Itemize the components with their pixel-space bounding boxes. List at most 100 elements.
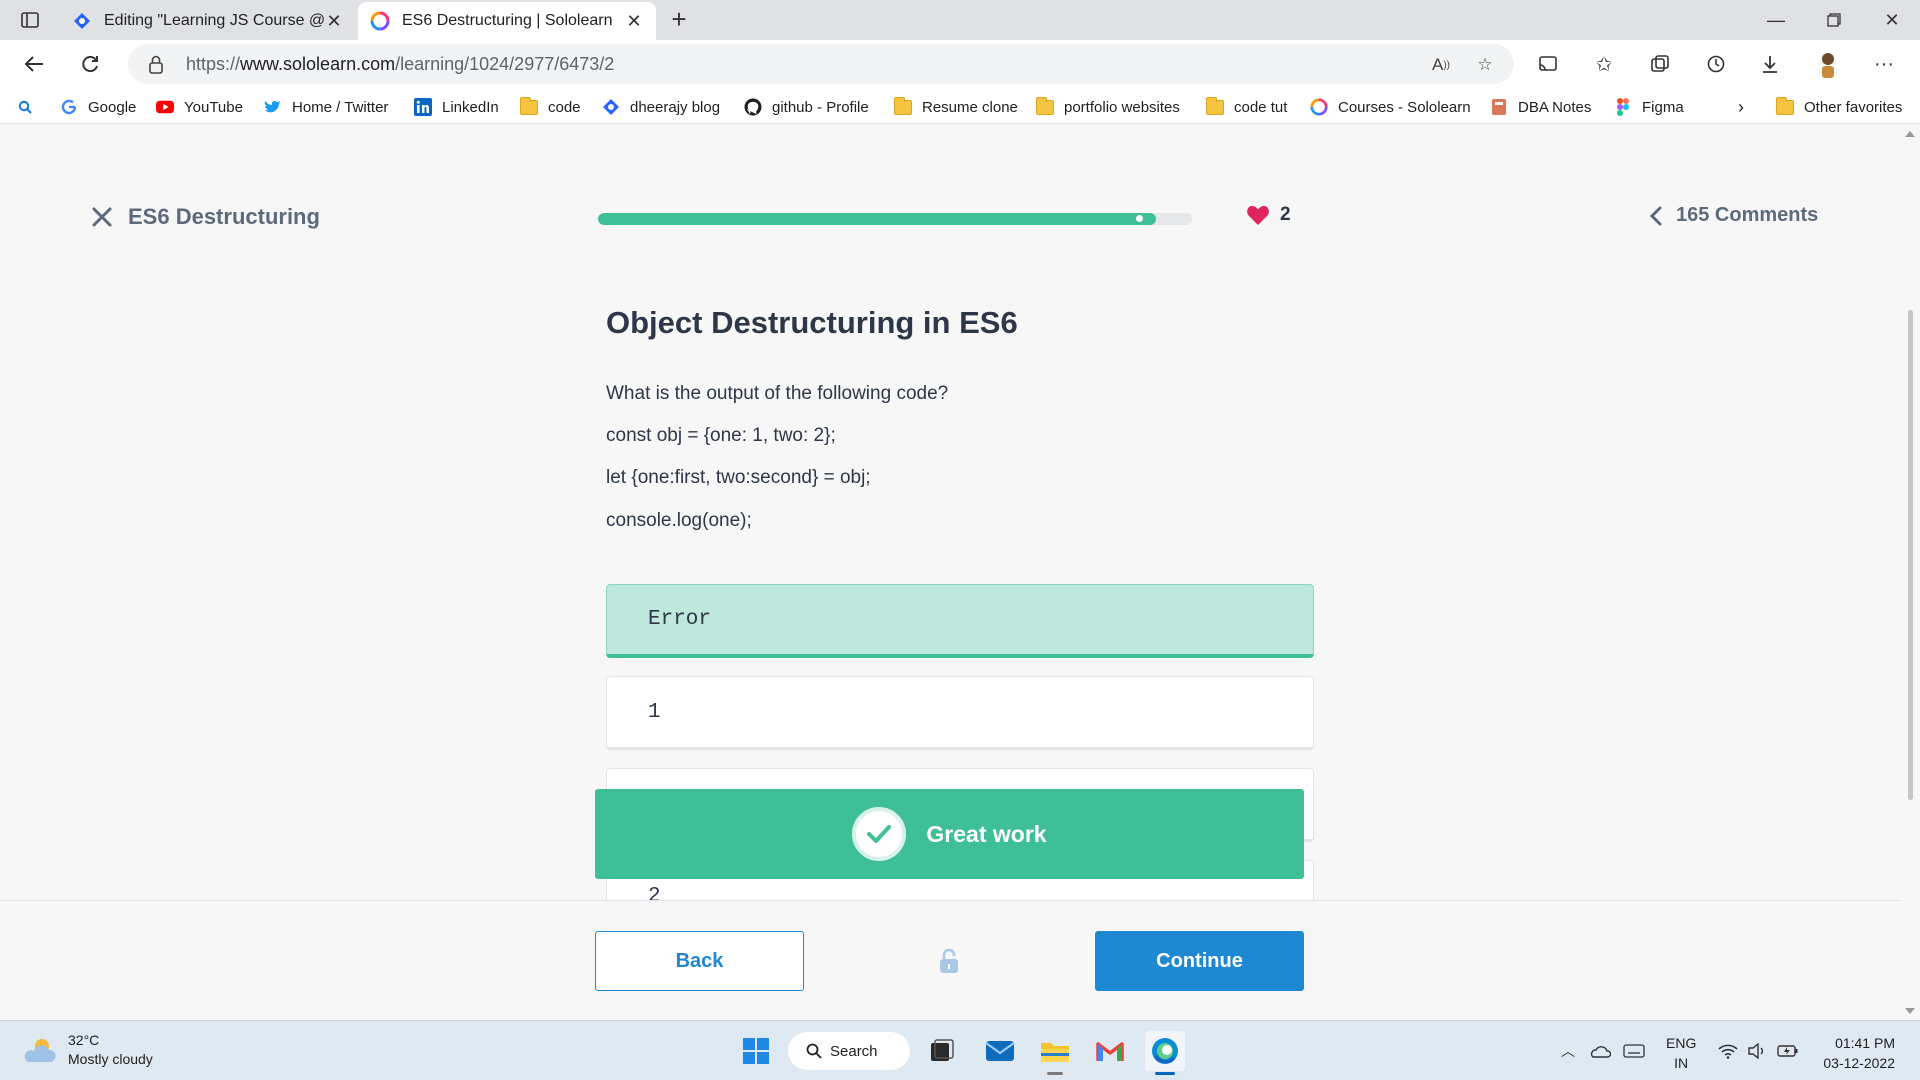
weather-temp: 32°C <box>68 1032 100 1048</box>
taskbar-search[interactable]: Search <box>788 1032 910 1070</box>
bookmark-code[interactable]: code <box>520 96 581 118</box>
answer-option-selected[interactable]: Error <box>606 584 1314 658</box>
bookmark-label: DBA Notes <box>1518 98 1592 116</box>
checkmark-icon <box>852 807 907 861</box>
bookmark-sololearn[interactable]: Courses - Sololearn <box>1310 96 1471 118</box>
bookmark-label: Other favorites <box>1804 98 1903 116</box>
download-icon[interactable] <box>1754 48 1786 80</box>
url-domain: www.sololearn.com <box>240 54 396 74</box>
bookmark-figma[interactable]: Figma <box>1614 96 1684 118</box>
tab-title: Editing "Learning JS Course @Sc <box>104 12 324 29</box>
bookmarks-bar: Google YouTube Home / Twitter LinkedIn c… <box>0 88 1920 124</box>
bookmark-search-icon[interactable] <box>18 96 32 118</box>
close-tab-icon[interactable]: ✕ <box>624 11 644 31</box>
cloudy-weather-icon <box>24 1039 56 1062</box>
search-icon <box>806 1043 822 1059</box>
heart-icon <box>1247 205 1269 225</box>
onedrive-cloud-icon[interactable] <box>1588 1039 1612 1063</box>
bookmark-label: Figma <box>1642 98 1684 116</box>
sololearn-favicon-icon <box>370 11 390 31</box>
bookmark-twitter[interactable]: Home / Twitter <box>264 96 388 118</box>
youtube-icon <box>156 98 174 116</box>
bookmark-code-tut[interactable]: code tut <box>1206 96 1287 118</box>
folder-icon <box>520 96 538 116</box>
browser-tab-editing[interactable]: Editing "Learning JS Course @Sc ✕ <box>60 2 356 40</box>
bookmark-label: Google <box>88 98 137 116</box>
language-indicator[interactable]: ENG IN <box>1666 1033 1696 1073</box>
bookmark-blog[interactable]: dheerajy blog <box>602 96 720 118</box>
bookmark-dba-notes[interactable]: DBA Notes <box>1490 96 1591 118</box>
new-tab-button[interactable]: + <box>664 6 694 34</box>
file-explorer-icon[interactable] <box>1035 1031 1075 1075</box>
question-code-line: console.log(one); <box>606 510 752 531</box>
refresh-icon[interactable] <box>74 48 106 80</box>
profile-avatar[interactable] <box>1812 48 1844 80</box>
bookmark-youtube[interactable]: YouTube <box>156 96 243 118</box>
windows-taskbar: 32°C Mostly cloudy Search ︿ ENG IN 01:41… <box>0 1020 1920 1080</box>
bookmark-linkedin[interactable]: LinkedIn <box>414 96 499 118</box>
collections-icon[interactable] <box>1644 48 1676 80</box>
browser-tab-bar: Editing "Learning JS Course @Sc ✕ ES6 De… <box>0 0 1920 40</box>
read-aloud-icon[interactable]: A)) <box>1428 52 1454 78</box>
history-icon[interactable] <box>1700 48 1732 80</box>
scroll-down-icon[interactable] <box>1905 1008 1915 1014</box>
restore-icon[interactable] <box>1806 0 1862 40</box>
gmail-icon[interactable] <box>1090 1031 1130 1071</box>
linkedin-icon <box>414 98 432 116</box>
mail-app-icon[interactable] <box>980 1031 1020 1071</box>
battery-icon[interactable] <box>1776 1039 1800 1063</box>
progress-fill <box>598 213 1157 225</box>
start-menu-icon[interactable] <box>736 1031 776 1071</box>
browser-toolbar: https://www.sololearn.com/learning/1024/… <box>0 40 1920 88</box>
close-window-icon[interactable]: ✕ <box>1864 0 1920 40</box>
comments-link[interactable]: 165 Comments <box>1650 204 1818 227</box>
back-button[interactable]: Back <box>595 931 804 991</box>
wifi-icon[interactable] <box>1716 1039 1740 1063</box>
more-options-icon[interactable]: ··· <box>1868 48 1900 80</box>
edge-browser-icon[interactable] <box>1145 1031 1185 1075</box>
tab-title: ES6 Destructuring | Sololearn <box>402 12 613 29</box>
add-favorite-icon[interactable]: ☆ <box>1472 52 1498 78</box>
feedback-text: Great work <box>926 820 1047 847</box>
feedback-banner: Great work <box>595 789 1304 879</box>
chevron-right-icon[interactable]: › <box>1738 96 1744 118</box>
scroll-up-icon[interactable] <box>1905 131 1915 137</box>
unlock-icon[interactable] <box>938 947 962 975</box>
minimize-icon[interactable]: — <box>1748 0 1804 40</box>
folder-icon <box>1036 96 1054 116</box>
bookmark-other-favorites[interactable]: Other favorites <box>1776 96 1902 118</box>
bookmark-label: YouTube <box>184 98 243 116</box>
tab-actions-icon[interactable] <box>14 8 46 32</box>
bookmark-label: portfolio websites <box>1064 98 1180 116</box>
scrollbar-thumb[interactable] <box>1908 310 1913 800</box>
blog-favicon-icon <box>72 11 92 31</box>
show-hidden-icons-chevron-icon[interactable]: ︿ <box>1556 1039 1580 1063</box>
favorites-icon[interactable]: ✩ <box>1588 48 1620 80</box>
bookmark-resume-clone[interactable]: Resume clone <box>894 96 1018 118</box>
system-clock[interactable]: 01:41 PM 03-12-2022 <box>1815 1033 1895 1073</box>
keyboard-icon[interactable] <box>1622 1039 1646 1063</box>
bookmark-label: code tut <box>1234 98 1288 116</box>
clock-date: 03-12-2022 <box>1823 1055 1895 1071</box>
figma-icon <box>1614 98 1632 116</box>
answer-option[interactable]: 1 <box>606 676 1314 750</box>
hearts-counter[interactable]: 2 <box>1246 204 1291 226</box>
weather-widget[interactable]: 32°C Mostly cloudy <box>22 1031 153 1069</box>
search-label: Search <box>830 1042 878 1060</box>
page-scrollbar[interactable] <box>1900 125 1920 1020</box>
cast-icon[interactable] <box>1532 48 1564 80</box>
bookmark-portfolio[interactable]: portfolio websites <box>1036 96 1180 118</box>
continue-button[interactable]: Continue <box>1095 931 1304 991</box>
close-tab-icon[interactable]: ✕ <box>324 11 344 31</box>
volume-icon[interactable] <box>1746 1039 1770 1063</box>
lock-icon[interactable] <box>148 54 164 79</box>
bookmark-github[interactable]: github - Profile <box>744 96 869 118</box>
bookmark-label: dheerajy blog <box>630 98 721 116</box>
browser-tab-es6[interactable]: ES6 Destructuring | Sololearn ✕ <box>358 2 656 40</box>
url-text[interactable]: https://www.sololearn.com/learning/1024/… <box>186 54 614 75</box>
address-bar[interactable]: https://www.sololearn.com/learning/1024/… <box>128 44 1514 84</box>
close-lesson-icon[interactable] <box>90 205 114 229</box>
task-view-icon[interactable] <box>922 1031 962 1071</box>
bookmark-google[interactable]: Google <box>60 96 136 118</box>
back-arrow-icon[interactable] <box>18 48 50 80</box>
